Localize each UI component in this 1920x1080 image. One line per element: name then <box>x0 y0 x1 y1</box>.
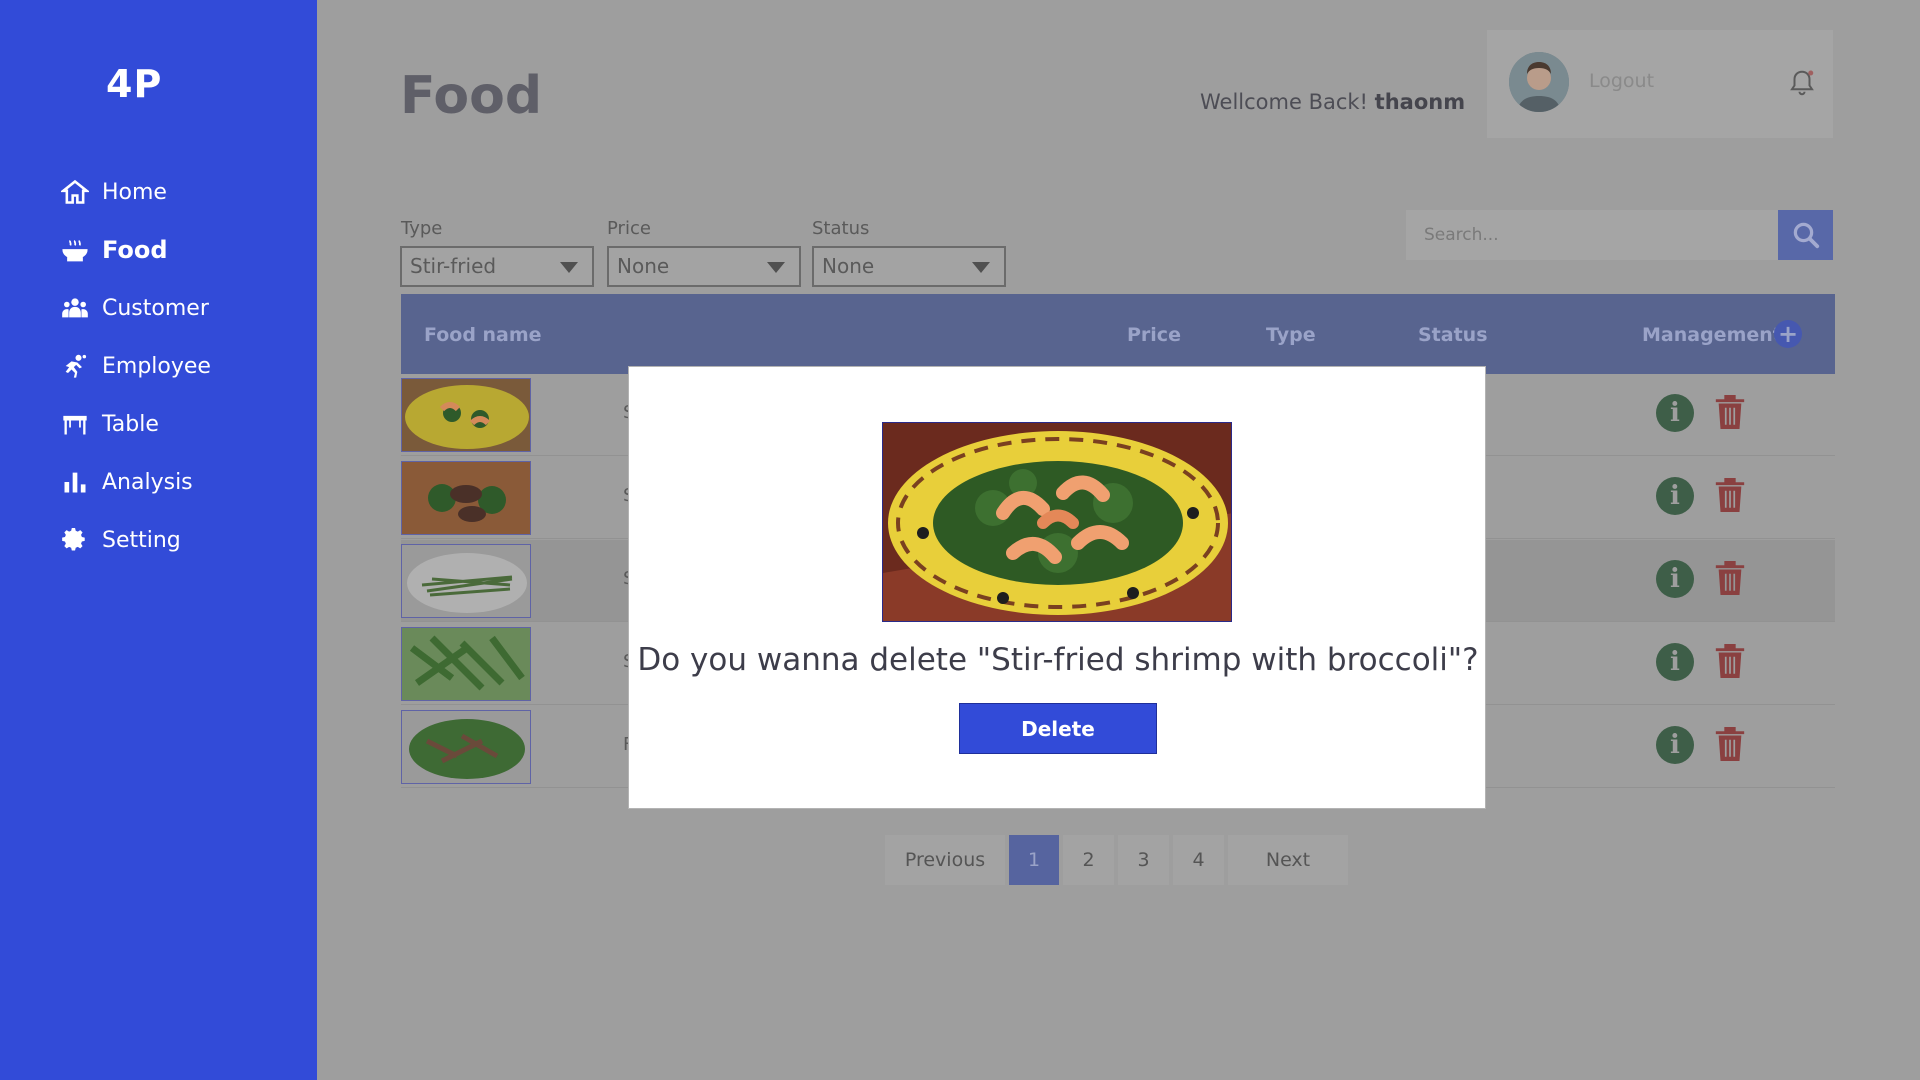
avatar[interactable] <box>1509 52 1569 112</box>
sidebar-nav: Home Food Customer Employee Table Analys… <box>60 163 211 569</box>
sidebar-item-home[interactable]: Home <box>60 163 211 221</box>
welcome-prefix: Wellcome Back! <box>1200 90 1368 114</box>
sidebar-item-label: Employee <box>102 353 211 379</box>
price-select[interactable]: None <box>607 246 801 287</box>
food-bowl-icon <box>60 235 90 265</box>
page-3-button[interactable]: 3 <box>1118 835 1169 885</box>
search-button[interactable] <box>1778 210 1833 260</box>
search-icon <box>1793 222 1819 249</box>
type-select-value: Stir-fried <box>410 254 497 278</box>
page-1-button[interactable]: 1 <box>1009 835 1059 885</box>
bell-icon[interactable] <box>1787 68 1817 98</box>
food-thumbnail[interactable] <box>401 710 531 784</box>
table-header: Food name Price Type Status Management + <box>401 294 1835 374</box>
home-icon <box>60 177 90 207</box>
sidebar-item-label: Table <box>102 411 159 437</box>
logout-link[interactable]: Logout <box>1589 70 1654 92</box>
sidebar-item-employee[interactable]: Employee <box>60 337 211 395</box>
search-input[interactable]: Search... <box>1406 210 1778 260</box>
info-icon[interactable]: i <box>1656 477 1694 515</box>
trash-icon[interactable] <box>1713 392 1747 432</box>
sidebar-item-analysis[interactable]: Analysis <box>60 453 211 511</box>
price-filter-label: Price <box>607 218 651 239</box>
app-logo: 4P <box>106 62 163 106</box>
type-select[interactable]: Stir-fried <box>400 246 594 287</box>
users-icon <box>60 293 90 323</box>
status-filter-label: Status <box>812 218 870 239</box>
food-thumbnail[interactable] <box>401 461 531 535</box>
page-title: Food <box>400 66 543 126</box>
info-icon[interactable]: i <box>1656 560 1694 598</box>
status-select[interactable]: None <box>812 246 1006 287</box>
sidebar-item-food[interactable]: Food <box>60 221 211 279</box>
sidebar-item-label: Setting <box>102 527 181 553</box>
add-food-button[interactable]: + <box>1774 320 1802 348</box>
type-filter-label: Type <box>401 218 443 239</box>
sidebar-item-customer[interactable]: Customer <box>60 279 211 337</box>
trash-icon[interactable] <box>1713 558 1747 598</box>
sidebar-item-label: Home <box>102 179 167 205</box>
info-icon[interactable]: i <box>1656 394 1694 432</box>
sidebar-item-table[interactable]: Table <box>60 395 211 453</box>
search-placeholder: Search... <box>1424 225 1499 245</box>
sidebar-item-label: Analysis <box>102 469 193 495</box>
bar-chart-icon <box>60 467 90 497</box>
column-type: Type <box>1266 324 1316 346</box>
column-management: Management <box>1642 324 1782 346</box>
food-thumbnail[interactable] <box>401 544 531 618</box>
gear-icon <box>60 525 90 555</box>
user-card: Logout <box>1487 30 1833 138</box>
food-image <box>882 422 1232 622</box>
previous-page-button[interactable]: Previous <box>885 835 1005 885</box>
sidebar-item-setting[interactable]: Setting <box>60 511 211 569</box>
next-page-button[interactable]: Next <box>1228 835 1348 885</box>
food-thumbnail[interactable] <box>401 627 531 701</box>
trash-icon[interactable] <box>1713 724 1747 764</box>
employee-icon <box>60 351 90 381</box>
sidebar-item-label: Food <box>102 236 168 264</box>
trash-icon[interactable] <box>1713 641 1747 681</box>
status-select-value: None <box>822 254 875 278</box>
page-4-button[interactable]: 4 <box>1173 835 1224 885</box>
price-select-value: None <box>617 254 670 278</box>
info-icon[interactable]: i <box>1656 726 1694 764</box>
sidebar-item-label: Customer <box>102 295 209 321</box>
delete-confirmation-dialog: Do you wanna delete "Stir-fried shrimp w… <box>628 366 1486 809</box>
table-icon <box>60 409 90 439</box>
chevron-down-icon <box>560 262 578 273</box>
chevron-down-icon <box>767 262 785 273</box>
username: thaonm <box>1374 90 1466 114</box>
trash-icon[interactable] <box>1713 475 1747 515</box>
chevron-down-icon <box>972 262 990 273</box>
food-thumbnail[interactable] <box>401 378 531 452</box>
column-status: Status <box>1418 324 1488 346</box>
delete-confirmation-message: Do you wanna delete "Stir-fried shrimp w… <box>637 642 1479 678</box>
pagination: Previous 1 2 3 4 Next <box>885 835 1348 885</box>
info-icon[interactable]: i <box>1656 643 1694 681</box>
delete-button[interactable]: Delete <box>959 703 1157 754</box>
sidebar: 4P Home Food Customer Employee Table Ana… <box>0 0 317 1080</box>
page-2-button[interactable]: 2 <box>1063 835 1114 885</box>
column-food-name: Food name <box>424 324 542 346</box>
welcome-message: Wellcome Back! thaonm <box>1200 90 1465 114</box>
column-price: Price <box>1127 324 1181 346</box>
